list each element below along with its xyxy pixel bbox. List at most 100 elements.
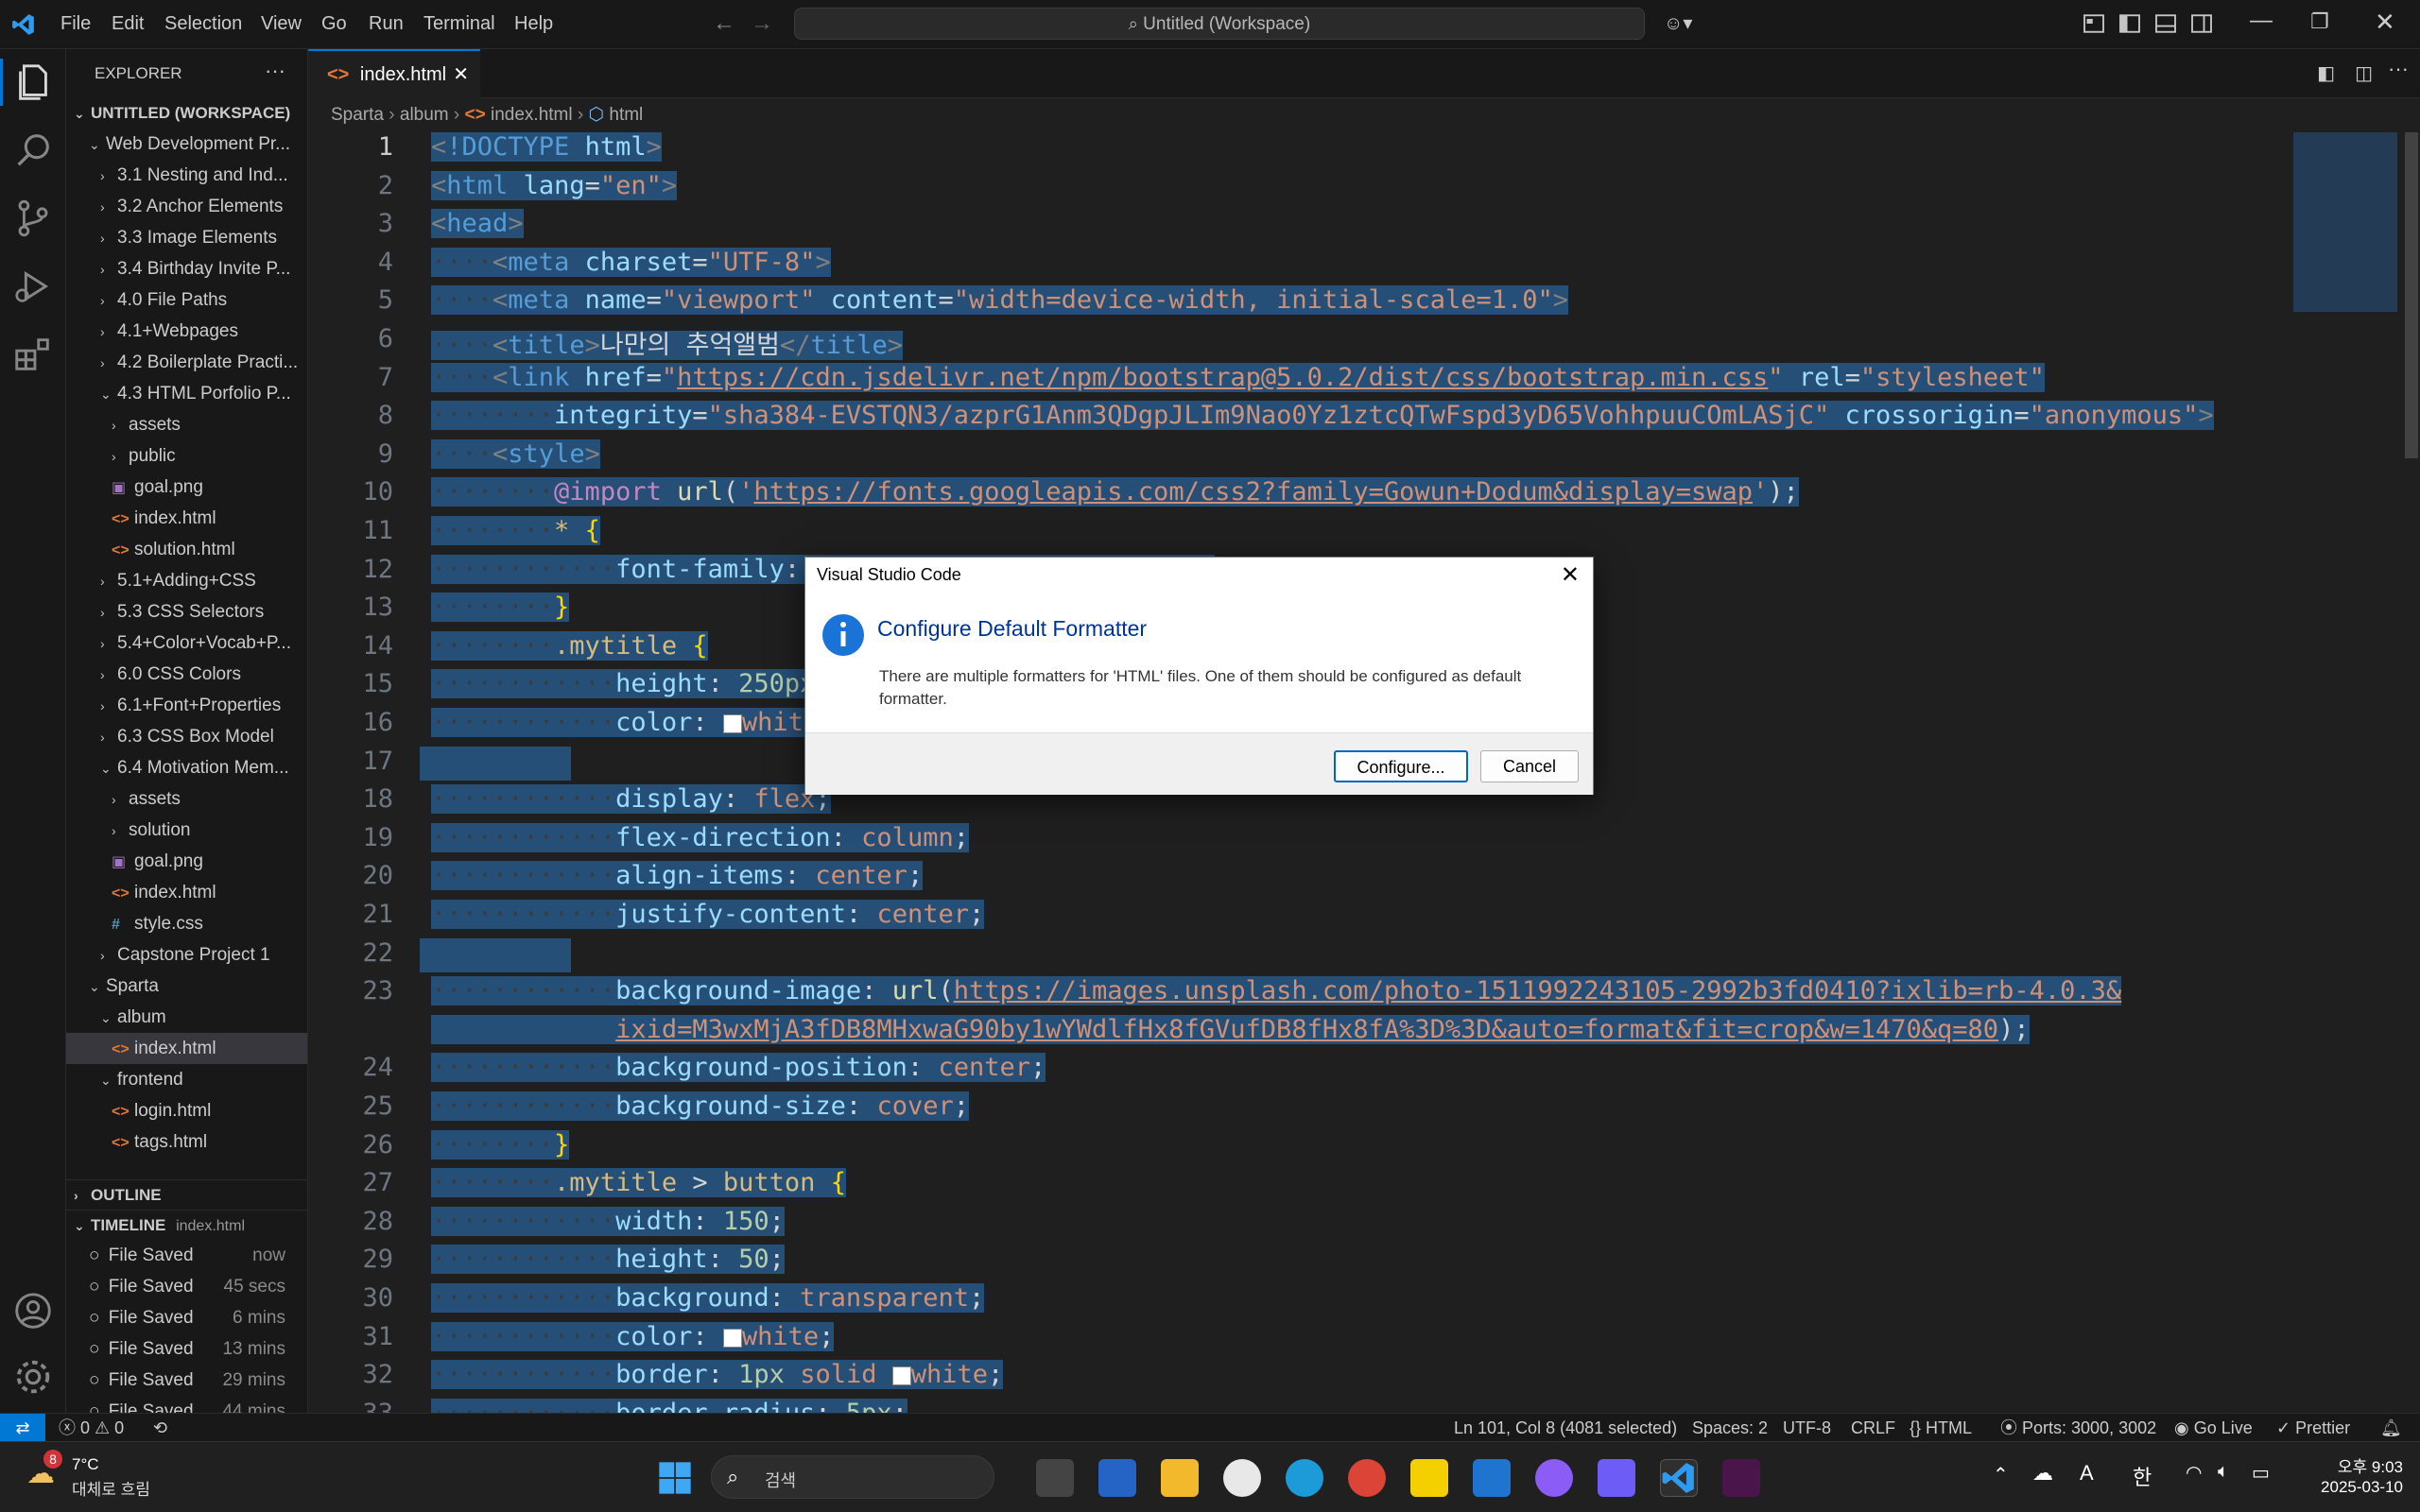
tree-item[interactable]: ⌄ 6.4 Motivation Mem... (66, 752, 307, 783)
command-center-search[interactable]: ⌕ Untitled (Workspace) (794, 8, 1645, 40)
tree-item[interactable]: › 4.1+Webpages (66, 316, 307, 347)
close-window-icon[interactable]: ✕ (2375, 8, 2395, 37)
tree-item[interactable]: › 4.2 Boilerplate Practi... (66, 347, 307, 378)
weather-widget[interactable]: ☁ 8 7°C 대체로 흐림 (26, 1450, 178, 1501)
tree-item[interactable]: <> login.html (66, 1095, 307, 1126)
tree-item[interactable]: › 6.1+Font+Properties (66, 690, 307, 721)
toggle-secondary-sidebar-icon[interactable] (2187, 9, 2216, 38)
forward-arrow-icon[interactable]: → (751, 10, 773, 37)
timeline-item[interactable]: ○ File Saved 29 mins (66, 1365, 307, 1396)
timeline-section[interactable]: ⌄ TIMELINE index.html (66, 1210, 307, 1240)
microsoft-store-icon[interactable] (1098, 1459, 1136, 1497)
timeline-item[interactable]: ○ File Saved 13 mins (66, 1333, 307, 1365)
language-mode[interactable]: {} HTML (1910, 1414, 1972, 1442)
ime-mode-korean[interactable]: 한 (2133, 1461, 2152, 1491)
tree-item[interactable]: › 3.2 Anchor Elements (66, 191, 307, 222)
restore-icon[interactable]: ❐ (2310, 9, 2329, 34)
mail-icon[interactable] (1473, 1459, 1511, 1497)
taskbar-search[interactable]: ⌕ 검색 (711, 1455, 994, 1499)
tree-item[interactable]: ⌄ Sparta (66, 971, 307, 1002)
menu-view[interactable]: View (261, 13, 302, 35)
tree-item[interactable]: # style.css (66, 908, 307, 939)
tree-item[interactable]: <> index.html (66, 877, 307, 908)
github-desktop-icon[interactable] (1223, 1459, 1261, 1497)
problems-indicator[interactable]: ⓧ 0 ⚠ 0 (59, 1414, 124, 1442)
file-explorer-icon[interactable] (1161, 1459, 1199, 1497)
copilot-app-icon[interactable] (1535, 1459, 1573, 1497)
go-live-button[interactable]: ◉ Go Live (2174, 1414, 2253, 1442)
ime-mode-a[interactable]: A (2080, 1461, 2094, 1486)
clock-time[interactable]: 오후 9:03 (2318, 1453, 2403, 1477)
clock-date[interactable]: 2025-03-10 (2299, 1478, 2403, 1497)
remote-indicator-icon[interactable]: ⇄ (0, 1414, 45, 1442)
configure-button[interactable]: Configure... (1334, 750, 1468, 782)
search-icon[interactable] (11, 129, 55, 172)
tree-item[interactable]: ▣ goal.png (66, 846, 307, 877)
tree-item[interactable]: <> index.html (66, 1033, 307, 1064)
menu-help[interactable]: Help (514, 13, 553, 35)
minimize-icon[interactable]: — (2250, 8, 2273, 34)
line-endings[interactable]: CRLF (1851, 1414, 1895, 1442)
wifi-icon[interactable]: ◠ (2186, 1461, 2202, 1485)
customize-layout-icon[interactable] (2080, 9, 2108, 38)
tree-item[interactable]: › assets (66, 409, 307, 440)
tree-item[interactable]: › public (66, 440, 307, 472)
tree-item[interactable]: ⌄ 4.3 HTML Porfolio P... (66, 378, 307, 409)
encoding[interactable]: UTF-8 (1783, 1414, 1831, 1442)
tree-item[interactable]: ▣ goal.png (66, 472, 307, 503)
tree-item[interactable]: ⌄ album (66, 1002, 307, 1033)
breadcrumb-album[interactable]: album (400, 105, 449, 125)
back-arrow-icon[interactable]: ← (713, 10, 735, 37)
dev-home-icon[interactable] (1598, 1459, 1635, 1497)
chrome-browser-icon[interactable] (1348, 1459, 1386, 1497)
menu-selection[interactable]: Selection (164, 13, 242, 35)
volume-icon[interactable]: 🔈︎ (2218, 1461, 2229, 1483)
tree-item[interactable]: › 5.3 CSS Selectors (66, 596, 307, 627)
tree-item[interactable]: › 6.0 CSS Colors (66, 659, 307, 690)
minimap[interactable] (2293, 132, 2397, 312)
ports-indicator[interactable]: ⦿ Ports: 3000, 3002 (2000, 1414, 2156, 1442)
close-tab-icon[interactable]: ✕ (453, 51, 469, 98)
tree-item[interactable]: › 3.3 Image Elements (66, 222, 307, 253)
tree-item[interactable]: › 5.1+Adding+CSS (66, 565, 307, 596)
windows-start-icon[interactable] (656, 1459, 694, 1497)
breadcrumb-sparta[interactable]: Sparta (331, 105, 384, 125)
prettier-button[interactable]: ✓ Prettier (2276, 1414, 2350, 1442)
onedrive-icon[interactable]: ☁ (2032, 1461, 2053, 1486)
timeline-item[interactable]: ○ File Saved 44 mins (66, 1396, 307, 1413)
tree-item[interactable]: › 4.0 File Paths (66, 284, 307, 316)
tree-item[interactable]: <> tags.html (66, 1126, 307, 1158)
tab-index-html[interactable]: <> index.html ✕ (308, 49, 480, 98)
outline-section[interactable]: › OUTLINE (66, 1179, 307, 1210)
timeline-item[interactable]: ○ File Saved 45 secs (66, 1271, 307, 1302)
tree-item[interactable]: ⌄ Web Development Pr... (66, 129, 307, 160)
tree-item[interactable]: ⌄ frontend (66, 1064, 307, 1095)
dialog-close-icon[interactable]: ✕ (1561, 561, 1580, 589)
show-hidden-icons-chevron[interactable]: ⌃ (1993, 1463, 2009, 1486)
notifications-bell-icon[interactable]: 🔔︎ (2380, 1414, 2402, 1442)
editor-more-icon[interactable]: ··· (2388, 57, 2409, 81)
cancel-button[interactable]: Cancel (1480, 750, 1579, 782)
tree-item[interactable]: <> index.html (66, 503, 307, 534)
vertical-scrollbar[interactable] (2401, 132, 2420, 1413)
ports-forward-icon[interactable]: ⟲ (153, 1414, 167, 1442)
toggle-panel-icon[interactable] (2152, 9, 2180, 38)
cursor-position[interactable]: Ln 101, Col 8 (4081 selected) (1454, 1414, 1677, 1442)
timeline-item[interactable]: ○ File Saved 6 mins (66, 1302, 307, 1333)
sticky-notes-icon[interactable] (1410, 1459, 1448, 1497)
battery-icon[interactable]: ▭ (2252, 1461, 2270, 1485)
accounts-icon[interactable] (11, 1289, 55, 1332)
breadcrumb-index[interactable]: index.html (491, 105, 573, 125)
tree-item[interactable]: › Capstone Project 1 (66, 939, 307, 971)
tree-item[interactable]: › 3.1 Nesting and Ind... (66, 160, 307, 191)
menu-go[interactable]: Go (321, 13, 347, 35)
manage-gear-icon[interactable] (11, 1355, 55, 1399)
explorer-files-icon[interactable] (11, 60, 55, 104)
tree-item[interactable]: <> solution.html (66, 534, 307, 565)
indentation[interactable]: Spaces: 2 (1692, 1414, 1768, 1442)
task-view-icon[interactable] (1036, 1459, 1074, 1497)
workspace-section[interactable]: ⌄ UNTITLED (WORKSPACE) (66, 98, 307, 129)
edge-browser-icon[interactable] (1286, 1459, 1323, 1497)
split-editor-icon[interactable]: ◫ (2355, 61, 2373, 85)
extensions-icon[interactable] (11, 333, 55, 376)
